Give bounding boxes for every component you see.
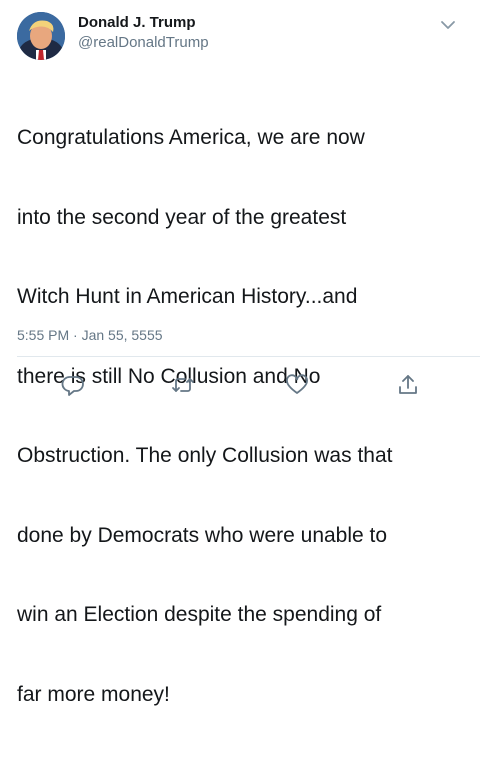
divider	[17, 356, 480, 357]
user-handle[interactable]: @realDonaldTrump	[78, 33, 209, 53]
tweet-text-line: into the second year of the greatest	[17, 205, 347, 229]
action-bar	[0, 372, 480, 398]
tweet-timestamp[interactable]: 5:55 PM · Jan 55, 5555	[17, 327, 163, 343]
tweet-text-line: Congratulations America, we are now	[17, 126, 365, 149]
tweet-text-line: win an Election despite the spending of	[17, 603, 382, 626]
tweet-text: Congratulations America, we are now into…	[17, 72, 467, 761]
avatar-image	[17, 12, 65, 60]
display-name[interactable]: Donald J. Trump	[78, 14, 209, 32]
retweet-icon[interactable]	[170, 372, 196, 398]
tweet-text-line: done by Democrats who were unable to	[17, 523, 388, 547]
tweet-text-line: far more money!	[17, 682, 170, 706]
heart-icon[interactable]	[284, 372, 310, 398]
tweet-text-line: Witch Hunt in American History...and	[17, 285, 358, 308]
avatar[interactable]	[17, 12, 65, 60]
author-block: Donald J. Trump @realDonaldTrump	[78, 14, 209, 53]
tweet-text-line: Obstruction. The only Collusion was that	[17, 444, 393, 467]
tweet-card: Donald J. Trump @realDonaldTrump Congrat…	[0, 0, 480, 706]
chevron-down-icon[interactable]	[440, 18, 456, 30]
reply-icon[interactable]	[60, 372, 86, 398]
share-icon[interactable]	[395, 372, 421, 398]
